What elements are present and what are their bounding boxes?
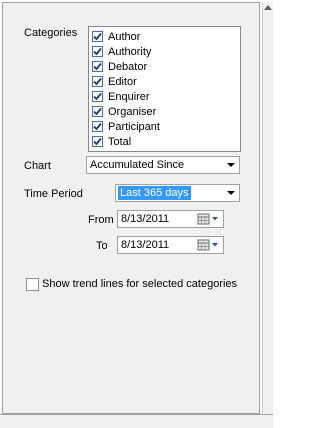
category-item-participant[interactable]: Participant	[89, 120, 240, 135]
to-date-picker[interactable]: 8/13/2011	[117, 236, 224, 254]
chevron-down-icon[interactable]	[227, 191, 235, 195]
from-date-picker[interactable]: 8/13/2011	[117, 210, 224, 228]
from-label: From	[88, 214, 114, 226]
options-panel: Categories Author Authority Debator Edit…	[2, 2, 260, 414]
scroll-up-arrow-icon[interactable]	[264, 5, 272, 10]
time-period-label: Time Period	[24, 188, 83, 200]
chart-dropdown-value: Accumulated Since	[90, 159, 185, 171]
category-item-authority[interactable]: Authority	[89, 45, 240, 60]
category-label: Enquirer	[108, 91, 150, 103]
categories-label: Categories	[24, 27, 78, 39]
from-date-value: 8/13/2011	[121, 213, 170, 225]
category-item-editor[interactable]: Editor	[89, 75, 240, 90]
calendar-icon[interactable]	[197, 213, 221, 225]
to-date-value: 8/13/2011	[121, 239, 170, 251]
category-item-enquirer[interactable]: Enquirer	[89, 90, 240, 105]
vertical-scrollbar[interactable]	[262, 2, 273, 414]
time-period-dropdown[interactable]: Last 365 days	[115, 184, 240, 202]
time-period-dropdown-value: Last 365 days	[118, 186, 191, 200]
calendar-icon[interactable]	[197, 239, 221, 251]
chart-label: Chart	[24, 160, 51, 172]
checkbox-checked-icon[interactable]	[92, 61, 103, 72]
category-label: Author	[108, 31, 141, 43]
category-label: Organiser	[108, 106, 157, 118]
category-label: Authority	[108, 46, 152, 58]
checkbox-checked-icon[interactable]	[92, 91, 103, 102]
checkbox-checked-icon[interactable]	[92, 31, 103, 42]
trend-lines-label[interactable]: Show trend lines for selected categories	[42, 277, 237, 291]
category-item-organiser[interactable]: Organiser	[89, 105, 240, 120]
category-label: Total	[108, 136, 132, 148]
categories-checklist[interactable]: Author Authority Debator Editor Enquirer…	[88, 26, 241, 152]
checkbox-checked-icon[interactable]	[92, 106, 103, 117]
checkbox-checked-icon[interactable]	[92, 76, 103, 87]
bottom-status-strip	[0, 414, 273, 428]
to-label: To	[96, 240, 108, 252]
checkbox-checked-icon[interactable]	[92, 121, 103, 132]
category-label: Editor	[108, 76, 137, 88]
checkbox-checked-icon[interactable]	[92, 46, 103, 57]
category-label: Participant	[108, 121, 160, 133]
category-item-author[interactable]: Author	[89, 30, 240, 45]
category-label: Debator	[108, 61, 148, 73]
category-item-total[interactable]: Total	[89, 135, 240, 150]
trend-lines-checkbox[interactable]	[26, 278, 39, 291]
chart-dropdown[interactable]: Accumulated Since	[86, 156, 240, 174]
checkbox-checked-icon[interactable]	[92, 136, 103, 147]
category-item-debator[interactable]: Debator	[89, 60, 240, 75]
chevron-down-icon[interactable]	[227, 163, 235, 167]
